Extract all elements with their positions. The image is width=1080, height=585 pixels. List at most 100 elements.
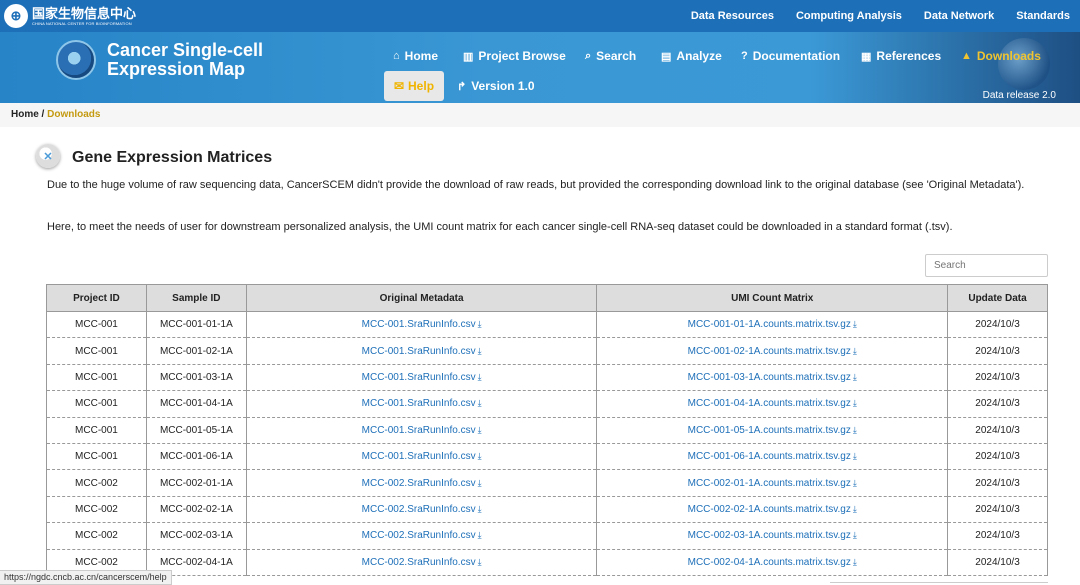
nav-project-browse[interactable]: ▥ Project Browse [463, 49, 566, 63]
metadata-download-link[interactable]: MCC-001.SraRunInfo.csv [362, 398, 476, 409]
metadata-download-link[interactable]: MCC-002.SraRunInfo.csv [362, 557, 476, 568]
cell-update-date: 2024/10/3 [947, 416, 1048, 444]
cell-original-metadata: MCC-001.SraRunInfo.csv ⤓ [245, 416, 598, 444]
nav-analyze[interactable]: ▤ Analyze [661, 49, 722, 63]
download-icon[interactable]: ⤓ [853, 451, 857, 462]
download-icon[interactable]: ⤓ [478, 451, 482, 462]
cell-update-date: 2024/10/3 [947, 310, 1048, 339]
download-icon[interactable]: ⤓ [478, 425, 482, 436]
matrix-download-link[interactable]: MCC-001-01-1A.counts.matrix.tsv.gz [688, 319, 851, 330]
nav-documentation[interactable]: ? Documentation [741, 49, 840, 63]
nav-help[interactable]: ✉ Help [384, 71, 444, 101]
download-icon[interactable]: ⤓ [478, 319, 482, 330]
matrices-table: Project ID Sample ID Original Metadata U… [46, 284, 1048, 576]
nav-help-label: Help [408, 79, 435, 93]
matrix-download-link[interactable]: MCC-001-03-1A.counts.matrix.tsv.gz [688, 372, 851, 383]
cell-project-id: MCC-002 [46, 469, 147, 497]
download-icon[interactable]: ⤓ [853, 319, 857, 330]
matrix-download-link[interactable]: MCC-002-01-1A.counts.matrix.tsv.gz [688, 478, 851, 489]
site-title-line1: Cancer Single-cell [107, 40, 264, 60]
cell-update-date: 2024/10/3 [947, 337, 1048, 365]
breadcrumb-home[interactable]: Home / [11, 109, 44, 120]
download-icon[interactable]: ⤓ [478, 530, 482, 541]
download-icon[interactable]: ⤓ [853, 478, 857, 489]
nav-search[interactable]: ⌕ Search [585, 49, 636, 63]
col-header-umi-count-matrix[interactable]: UMI Count Matrix [596, 284, 949, 312]
cell-original-metadata: MCC-001.SraRunInfo.csv ⤓ [245, 363, 598, 392]
toplink-data-resources[interactable]: Data Resources [691, 10, 774, 22]
nav-search-label: Search [596, 49, 637, 63]
download-icon[interactable]: ⤓ [853, 504, 857, 515]
col-header-project-id[interactable]: Project ID [46, 284, 147, 312]
cell-umi-count-matrix: MCC-002-04-1A.counts.matrix.tsv.gz ⤓ [596, 548, 949, 576]
metadata-download-link[interactable]: MCC-001.SraRunInfo.csv [362, 451, 476, 462]
download-icon[interactable]: ⤓ [853, 372, 857, 383]
metadata-download-link[interactable]: MCC-001.SraRunInfo.csv [362, 346, 476, 357]
matrix-download-link[interactable]: MCC-002-03-1A.counts.matrix.tsv.gz [688, 530, 851, 541]
breadcrumb-bar [0, 103, 1080, 127]
top-bar: ⊕ 国家生物信息中心 CHINA NATIONAL CENTER FOR BIO… [0, 0, 1080, 32]
cncb-logo[interactable]: ⊕ 国家生物信息中心 CHINA NATIONAL CENTER FOR BIO… [4, 4, 136, 28]
download-icon[interactable]: ⤓ [853, 346, 857, 357]
cell-sample-id: MCC-002-03-1A [145, 522, 247, 550]
table-row: MCC-001 MCC-001-04-1A MCC-001.SraRunInfo.c… [46, 390, 1048, 418]
toplink-data-network[interactable]: Data Network [924, 10, 994, 22]
cell-project-id: MCC-002 [46, 522, 147, 550]
table-search-input[interactable] [925, 254, 1048, 277]
cell-update-date: 2024/10/3 [947, 363, 1048, 392]
chart-icon: ▦ [861, 50, 872, 63]
cell-umi-count-matrix: MCC-001-06-1A.counts.matrix.tsv.gz ⤓ [596, 442, 949, 471]
download-icon[interactable]: ⤓ [478, 478, 482, 489]
logo-chinese-name: 国家生物信息中心 [32, 5, 137, 21]
cell-project-id: MCC-001 [46, 442, 147, 471]
col-header-sample-id[interactable]: Sample ID [145, 284, 247, 312]
nav-analyze-label: Analyze [676, 49, 722, 63]
download-icon[interactable]: ⤓ [478, 346, 482, 357]
metadata-download-link[interactable]: MCC-002.SraRunInfo.csv [362, 530, 476, 541]
matrix-download-link[interactable]: MCC-001-06-1A.counts.matrix.tsv.gz [688, 451, 851, 462]
cancerscem-logo-icon[interactable] [56, 40, 96, 80]
metadata-download-link[interactable]: MCC-002.SraRunInfo.csv [362, 504, 476, 515]
metadata-download-link[interactable]: MCC-002.SraRunInfo.csv [362, 478, 476, 489]
metadata-download-link[interactable]: MCC-001.SraRunInfo.csv [362, 425, 476, 436]
download-icon[interactable]: ⤓ [478, 504, 482, 515]
cell-project-id: MCC-001 [46, 363, 147, 392]
cell-update-date: 2024/10/3 [947, 522, 1048, 550]
matrix-download-link[interactable]: MCC-001-05-1A.counts.matrix.tsv.gz [688, 425, 851, 436]
cell-sample-id: MCC-001-05-1A [145, 416, 247, 444]
globe-decoration-icon [998, 38, 1050, 90]
download-icon[interactable]: ⤓ [853, 530, 857, 541]
col-header-original-metadata[interactable]: Original Metadata [245, 284, 598, 312]
nav-documentation-label: Documentation [752, 49, 841, 63]
download-icon[interactable]: ⤓ [853, 398, 857, 409]
site-header: Cancer Single-cell Expression Map ⌂ Home… [0, 32, 1080, 103]
cell-project-id: MCC-001 [46, 416, 147, 444]
cell-original-metadata: MCC-002.SraRunInfo.csv ⤓ [245, 469, 598, 497]
matrix-download-link[interactable]: MCC-001-04-1A.counts.matrix.tsv.gz [688, 398, 851, 409]
nav-home[interactable]: ⌂ Home [393, 49, 438, 63]
cell-sample-id: MCC-001-02-1A [145, 337, 247, 365]
metadata-download-link[interactable]: MCC-001.SraRunInfo.csv [362, 372, 476, 383]
toplink-standards[interactable]: Standards [1016, 10, 1070, 22]
col-header-update-data[interactable]: Update Data [947, 284, 1048, 312]
table-row: MCC-002 MCC-002-03-1A MCC-002.SraRunInfo.c… [46, 522, 1048, 550]
cell-sample-id: MCC-001-01-1A [145, 310, 247, 339]
matrix-download-link[interactable]: MCC-002-02-1A.counts.matrix.tsv.gz [688, 504, 851, 515]
cell-umi-count-matrix: MCC-001-02-1A.counts.matrix.tsv.gz ⤓ [596, 337, 949, 365]
matrix-download-link[interactable]: MCC-001-02-1A.counts.matrix.tsv.gz [688, 346, 851, 357]
download-icon[interactable]: ⤓ [853, 425, 857, 436]
nav-downloads[interactable]: ▲ Downloads [961, 49, 1041, 63]
cell-sample-id: MCC-001-06-1A [145, 442, 247, 471]
site-title[interactable]: Cancer Single-cell Expression Map [107, 41, 263, 79]
download-icon[interactable]: ⤓ [478, 398, 482, 409]
download-icon[interactable]: ⤓ [478, 557, 482, 568]
toplink-computing-analysis[interactable]: Computing Analysis [796, 10, 902, 22]
table-row: MCC-001 MCC-001-05-1A MCC-001.SraRunInfo.c… [46, 416, 1048, 444]
cell-original-metadata: MCC-001.SraRunInfo.csv ⤓ [245, 337, 598, 365]
download-icon[interactable]: ⤓ [853, 557, 857, 568]
metadata-download-link[interactable]: MCC-001.SraRunInfo.csv [362, 319, 476, 330]
nav-references[interactable]: ▦ References [861, 49, 941, 63]
matrix-download-link[interactable]: MCC-002-04-1A.counts.matrix.tsv.gz [688, 557, 851, 568]
nav-version[interactable]: ↱ Version 1.0 [457, 79, 535, 93]
download-icon[interactable]: ⤓ [478, 372, 482, 383]
